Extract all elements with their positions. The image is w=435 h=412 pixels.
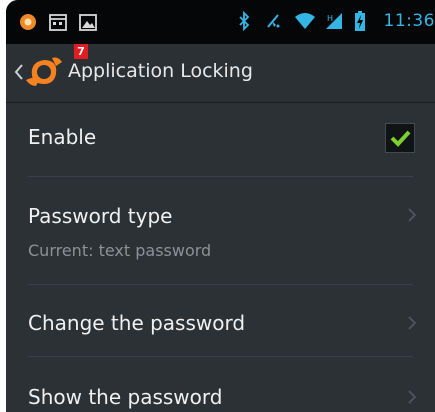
image-icon: [78, 12, 98, 32]
battery-icon: [354, 11, 374, 31]
chevron-right-icon: [408, 390, 417, 404]
page-title: Application Locking: [68, 60, 253, 82]
setting-summary: Current: text password: [28, 241, 212, 260]
setting-enable[interactable]: Enable: [6, 103, 435, 173]
status-time: 11:36: [383, 11, 435, 31]
status-bar: H 11:36: [6, 0, 435, 44]
signal-icon: H: [324, 11, 344, 31]
svg-text:H: H: [327, 14, 333, 23]
setting-title: Show the password: [28, 385, 223, 409]
step-badge: 7: [74, 44, 88, 59]
notification-dot-icon: [18, 12, 38, 32]
chevron-right-icon: [408, 316, 417, 330]
wifi-icon: [294, 11, 315, 31]
status-bar-right: H 11:36: [234, 10, 435, 32]
status-bar-left: [18, 12, 98, 32]
bluetooth-icon: [234, 10, 254, 32]
setting-title: Enable: [28, 125, 97, 149]
setting-change-password[interactable]: Change the password: [6, 285, 435, 355]
chevron-left-icon[interactable]: [14, 63, 24, 81]
enable-checkbox[interactable]: [385, 123, 415, 153]
avast-logo-icon[interactable]: [24, 54, 64, 90]
mute-icon: [264, 11, 284, 31]
calendar-icon: [48, 12, 68, 32]
setting-password-type[interactable]: Password type Current: text password: [6, 178, 435, 278]
phone-screen: H 11:36 7 Application Locking Enable Pas…: [6, 0, 435, 412]
setting-title: Password type: [28, 204, 173, 228]
divider: [28, 356, 413, 357]
action-bar[interactable]: 7 Application Locking: [6, 44, 435, 103]
chevron-right-icon: [408, 208, 417, 222]
divider: [28, 176, 413, 177]
setting-title: Change the password: [28, 311, 246, 335]
checkmark-icon: [390, 130, 411, 147]
setting-show-password[interactable]: Show the password: [6, 358, 435, 412]
